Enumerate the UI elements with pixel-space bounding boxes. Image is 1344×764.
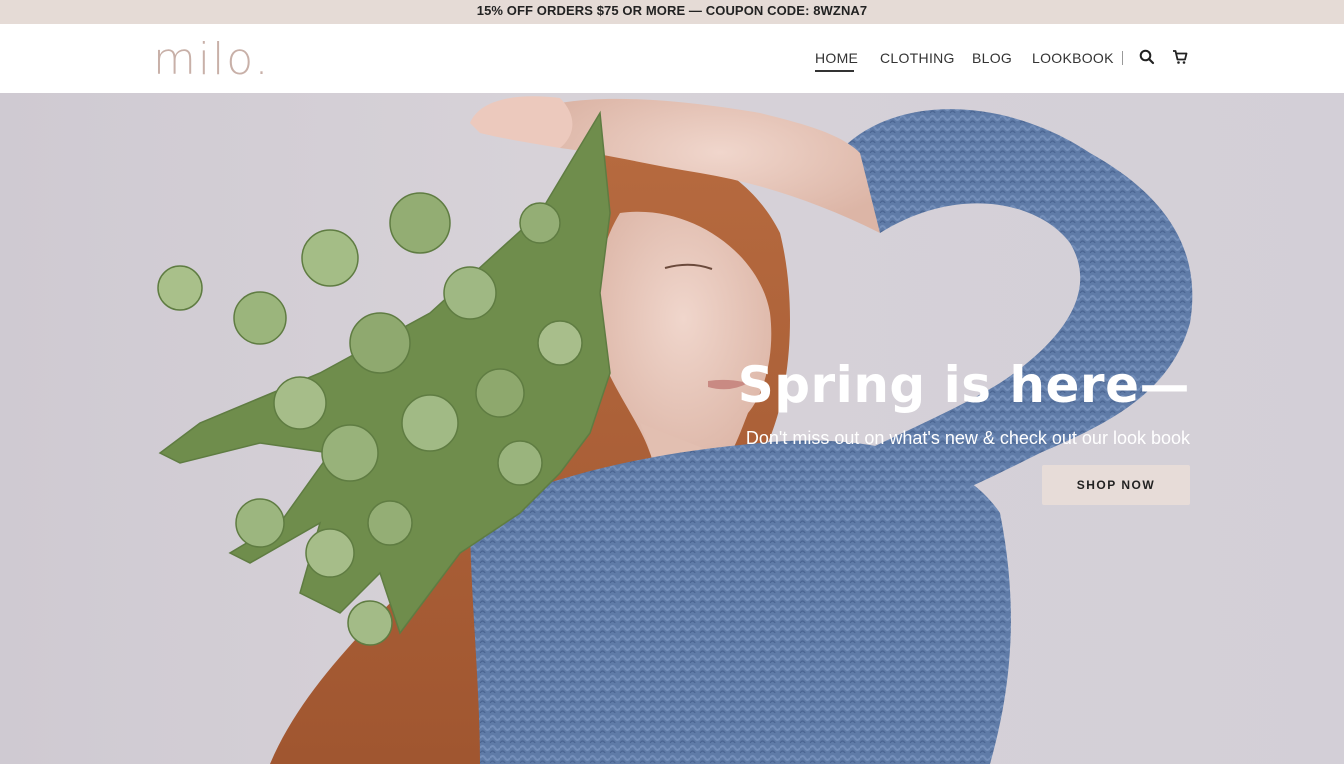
active-nav-underline	[815, 70, 854, 72]
shop-now-button[interactable]: SHOP NOW	[1042, 465, 1190, 505]
main-nav: HOME CLOTHING BLOG LOOKBOOK	[0, 24, 1344, 93]
hero-title: Spring is here—	[737, 356, 1190, 414]
nav-divider	[1122, 51, 1123, 65]
nav-item-blog[interactable]: BLOG	[972, 50, 1012, 66]
nav-item-lookbook[interactable]: LOOKBOOK	[1032, 50, 1114, 66]
hero-subtitle: Don't miss out on what's new & check out…	[745, 428, 1190, 448]
site-header: milo. HOME CLOTHING BLOG LOOKBOOK	[0, 24, 1344, 93]
hero-banner: Spring is here— Don't miss out on what's…	[0, 93, 1344, 764]
nav-item-home[interactable]: HOME	[815, 50, 858, 66]
search-icon[interactable]	[1138, 48, 1156, 66]
promo-bar: 15% OFF ORDERS $75 OR MORE — COUPON CODE…	[0, 0, 1344, 24]
nav-item-clothing[interactable]: CLOTHING	[880, 50, 955, 66]
cart-icon[interactable]	[1171, 48, 1189, 66]
